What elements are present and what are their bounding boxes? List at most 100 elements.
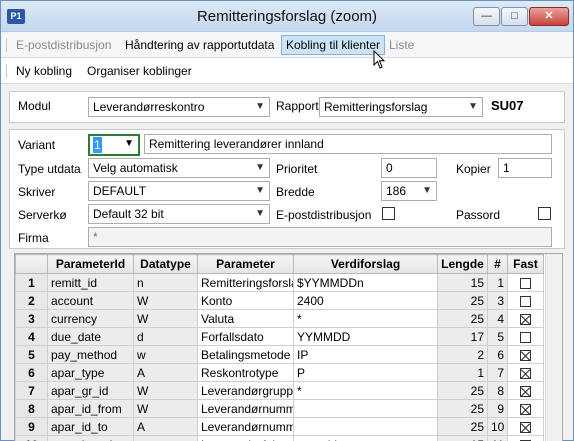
rapport-select[interactable]: Remitteringsforslag ▼ (319, 97, 483, 117)
kopier-input[interactable]: 1 (498, 158, 552, 178)
serverko-select[interactable]: Default 32 bit ▼ (88, 204, 270, 224)
menu-epostdistribusjon[interactable]: E-postdistribusjon (12, 35, 115, 55)
fast-checkbox[interactable] (520, 367, 531, 379)
menu-ny-kobling[interactable]: Ny kobling (12, 61, 76, 81)
table-row[interactable]: 8 apar_id_from W Leverandørnumm 25 9 (15, 399, 544, 418)
fast-checkbox[interactable] (520, 313, 531, 325)
row-number-cell: 3 (15, 309, 48, 328)
fast-cell (507, 363, 544, 382)
menu-liste[interactable]: Liste (385, 35, 418, 55)
type-utdata-value: Velg automatisk (93, 161, 178, 175)
verdiforslag-cell[interactable] (293, 399, 438, 418)
firma-input[interactable]: * (88, 227, 552, 247)
parameter-cell: Betalingsmetode (197, 345, 294, 364)
prioritet-input[interactable]: 0 (381, 158, 437, 178)
menu-kobling-til-klienter[interactable]: Kobling til klienter (281, 35, 386, 55)
lengde-cell: 25 (437, 417, 488, 436)
index-cell: 3 (487, 291, 508, 310)
column-header-parameterid[interactable]: ParameterId (47, 254, 134, 274)
mouse-cursor-icon (373, 50, 386, 69)
fast-cell (507, 381, 544, 400)
column-header-lengde[interactable]: Lengde (437, 254, 488, 274)
fast-checkbox[interactable] (520, 403, 531, 415)
table-header-row: ParameterId Datatype Parameter Verdifors… (15, 254, 544, 274)
fast-checkbox[interactable] (520, 421, 531, 433)
modul-select[interactable]: Leverandørreskontro ▼ (88, 97, 270, 117)
verdiforslag-cell[interactable]: YYMMDD (293, 327, 438, 346)
row-number-cell: 1 (15, 273, 48, 292)
fast-checkbox[interactable] (520, 331, 531, 343)
type-utdata-select[interactable]: Velg automatisk ▼ (88, 158, 270, 178)
index-cell: 4 (487, 309, 508, 328)
datatype-cell: W (133, 309, 198, 328)
minimize-button[interactable]: — (473, 7, 500, 26)
verdiforslag-cell[interactable]: apar_id (293, 435, 438, 441)
maximize-button[interactable]: □ (501, 7, 528, 26)
verdiforslag-cell[interactable]: IP (293, 345, 438, 364)
verdiforslag-cell[interactable]: P (293, 363, 438, 382)
rapport-label: Rapport (276, 99, 319, 113)
verdiforslag-cell[interactable]: $YYMMDDn (293, 273, 438, 292)
chevron-down-icon: ▼ (124, 138, 134, 149)
fast-checkbox[interactable] (520, 277, 531, 289)
datatype-cell: w (133, 345, 198, 364)
index-cell: 7 (487, 363, 508, 382)
chevron-down-icon: ▼ (255, 101, 265, 112)
column-header-fast[interactable]: Fast (507, 254, 544, 274)
parameter-cell: Remitteringsforsla (197, 273, 294, 292)
parameterid-cell: apar_type (47, 363, 134, 382)
table-row[interactable]: 3 currency W Valuta * 25 4 (15, 309, 544, 328)
table-row[interactable]: 1 remitt_id n Remitteringsforsla $YYMMDDn 15 1 (15, 273, 544, 292)
menu-handtering-rapportutdata[interactable]: Håndtering av rapportutdata (121, 35, 278, 55)
fast-cell (507, 417, 544, 436)
fast-checkbox[interactable] (520, 385, 531, 397)
variant-select[interactable]: 1 ▼ (88, 134, 140, 156)
rapport-code: SU07 (491, 98, 524, 113)
column-header-index[interactable]: # (487, 254, 508, 274)
parameter-cell: Leverandørfelt (197, 435, 294, 441)
menu-organiser-koblinger[interactable]: Organiser koblinger (83, 61, 196, 81)
table-row[interactable]: 5 pay_method w Betalingsmetode IP 2 6 (15, 345, 544, 364)
table-row[interactable]: 7 apar_gr_id W Leverandørgruppe * 25 8 (15, 381, 544, 400)
chevron-down-icon: ▼ (422, 185, 432, 196)
parameterid-cell: apar_id_to (47, 417, 134, 436)
table-row[interactable]: 10generic_colaLeverandørfeltapar_id1511 (15, 435, 544, 441)
fast-cell (507, 327, 544, 346)
datatype-cell: n (133, 273, 198, 292)
lengde-cell: 1 (437, 363, 488, 382)
variant-description-input[interactable]: Remittering leverandører innland (144, 134, 552, 154)
chevron-down-icon: ▼ (255, 185, 265, 196)
parameter-table: ParameterId Datatype Parameter Verdifors… (15, 254, 544, 441)
epostdistribusjon-checkbox[interactable] (382, 207, 395, 220)
verdiforslag-cell[interactable]: * (293, 309, 438, 328)
verdiforslag-cell[interactable] (293, 417, 438, 436)
rapport-value: Remitteringsforslag (324, 100, 428, 114)
parameterid-cell: apar_gr_id (47, 381, 134, 400)
row-number-cell: 5 (15, 345, 48, 364)
fast-cell (507, 399, 544, 418)
vertical-scrollbar[interactable] (545, 254, 562, 441)
table-row[interactable]: 4 due_date d Forfallsdato YYMMDD 17 5 (15, 327, 544, 346)
parameter-grid: ParameterId Datatype Parameter Verdifors… (14, 253, 563, 441)
verdiforslag-cell[interactable]: 2400 (293, 291, 438, 310)
table-row[interactable]: 2 account W Konto 2400 25 3 (15, 291, 544, 310)
table-row[interactable]: 9 apar_id_to A Leverandørnumm 25 10 (15, 417, 544, 436)
table-row[interactable]: 6 apar_type A Reskontrotype P 1 7 (15, 363, 544, 382)
close-button[interactable]: ✕ (529, 7, 569, 26)
row-number-cell: 8 (15, 399, 48, 418)
fast-checkbox[interactable] (520, 295, 531, 307)
lengde-cell: 25 (437, 309, 488, 328)
verdiforslag-cell[interactable]: * (293, 381, 438, 400)
parameter-cell: Leverandørnumm (197, 417, 294, 436)
column-header-parameter[interactable]: Parameter (197, 254, 294, 274)
index-cell: 5 (487, 327, 508, 346)
skriver-select[interactable]: DEFAULT ▼ (88, 181, 270, 201)
column-header-datatype[interactable]: Datatype (133, 254, 198, 274)
fast-checkbox[interactable] (520, 349, 531, 361)
passord-label: Passord (456, 208, 501, 222)
chevron-down-icon: ▼ (255, 162, 265, 173)
column-header-rownum[interactable] (15, 254, 48, 274)
passord-checkbox[interactable] (538, 207, 551, 220)
bredde-select[interactable]: 186 ▼ (381, 181, 437, 201)
column-header-verdiforslag[interactable]: Verdiforslag (293, 254, 438, 274)
